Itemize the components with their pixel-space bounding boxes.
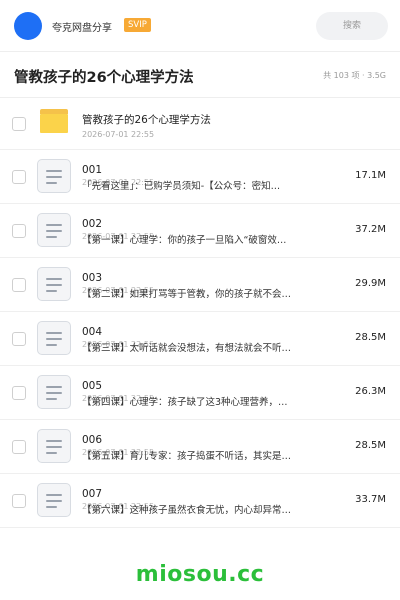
folder-icon	[40, 109, 68, 133]
file-size: 37.2M	[355, 224, 386, 235]
file-number: 006	[82, 434, 103, 446]
file-row[interactable]: 003 2026-07-01 22:55 【第二课】如果打骂等于管教，你的孩子就…	[0, 258, 400, 312]
document-icon	[37, 213, 71, 247]
document-icon	[37, 375, 71, 409]
file-number: 004	[82, 326, 103, 338]
file-number: 007	[82, 488, 103, 500]
folder-name: 管教孩子的26个心理学方法	[82, 114, 211, 126]
page-title: 管教孩子的26个心理学方法	[14, 70, 194, 86]
file-description: 【第五课】育儿专家：孩子捣蛋不听话，其实是…	[82, 451, 292, 462]
document-icon	[37, 483, 71, 517]
file-description: 【第一课】心理学：你的孩子一旦陷入“破窗效…	[82, 235, 287, 246]
avatar[interactable]	[14, 12, 42, 40]
row-checkbox[interactable]	[12, 385, 26, 400]
row-checkbox[interactable]	[12, 331, 26, 346]
file-description: 【第二课】如果打骂等于管教，你的孩子就不会…	[82, 289, 292, 300]
file-row[interactable]: 005 2026-07-01 22:55 【第四课】心理学：孩子缺了这3种心理营…	[0, 366, 400, 420]
file-size: 28.5M	[355, 440, 386, 451]
watermark-text: miosou.cc	[135, 562, 265, 587]
file-description: 「先看这里」：已购学员须知-【公众号：密知…	[82, 181, 281, 192]
document-icon	[37, 267, 71, 301]
file-number: 002	[82, 218, 103, 230]
document-icon	[37, 429, 71, 463]
row-checkbox[interactable]	[12, 493, 26, 508]
file-description: 【第三课】太听话就会没想法，有想法就会不听…	[82, 343, 292, 354]
file-size: 17.1M	[355, 170, 386, 181]
row-checkbox[interactable]	[12, 277, 26, 292]
file-row[interactable]: 001 2026-07-01 22:55 「先看这里」：已购学员须知-【公众号：…	[0, 150, 400, 204]
row-checkbox[interactable]	[12, 169, 26, 184]
file-description: 【第六课】这种孩子虽然衣食无忧，内心却异常…	[82, 505, 292, 516]
file-number: 001	[82, 164, 103, 176]
file-row[interactable]: 006 2026-07-01 22:55 【第五课】育儿专家：孩子捣蛋不听话，其…	[0, 420, 400, 474]
file-row[interactable]: 007 2026-07-01 22:55 【第六课】这种孩子虽然衣食无忧，内心却…	[0, 474, 400, 528]
row-checkbox[interactable]	[12, 116, 26, 131]
file-size: 29.9M	[355, 278, 386, 289]
file-size: 28.5M	[355, 332, 386, 343]
search-input[interactable]: 搜索	[316, 12, 388, 40]
svip-badge: SVIP	[124, 18, 151, 32]
file-row[interactable]: 004 2026-07-01 22:55 【第三课】太听话就会没想法，有想法就会…	[0, 312, 400, 366]
file-size: 26.3M	[355, 386, 386, 397]
file-description: 【第四课】心理学：孩子缺了这3种心理营养，…	[82, 397, 288, 408]
user-name: 夸克网盘分享	[52, 23, 112, 34]
top-header: 夸克网盘分享 SVIP 搜索	[0, 0, 400, 52]
document-icon	[37, 321, 71, 355]
item-count-meta: 共 103 项 · 3.5G	[323, 71, 386, 80]
file-list: 管教孩子的26个心理学方法 2026-07-01 22:55 001 2026-…	[0, 98, 400, 528]
document-icon	[37, 159, 71, 193]
file-size: 33.7M	[355, 494, 386, 505]
file-number: 003	[82, 272, 103, 284]
row-checkbox[interactable]	[12, 439, 26, 454]
folder-row[interactable]: 管教孩子的26个心理学方法 2026-07-01 22:55	[0, 98, 400, 150]
file-number: 005	[82, 380, 103, 392]
row-checkbox[interactable]	[12, 223, 26, 238]
file-row[interactable]: 002 2026-07-01 22:55 【第一课】心理学：你的孩子一旦陷入“破…	[0, 204, 400, 258]
folder-date: 2026-07-01 22:55	[82, 130, 155, 139]
title-bar: 管教孩子的26个心理学方法 共 103 项 · 3.5G	[0, 52, 400, 98]
